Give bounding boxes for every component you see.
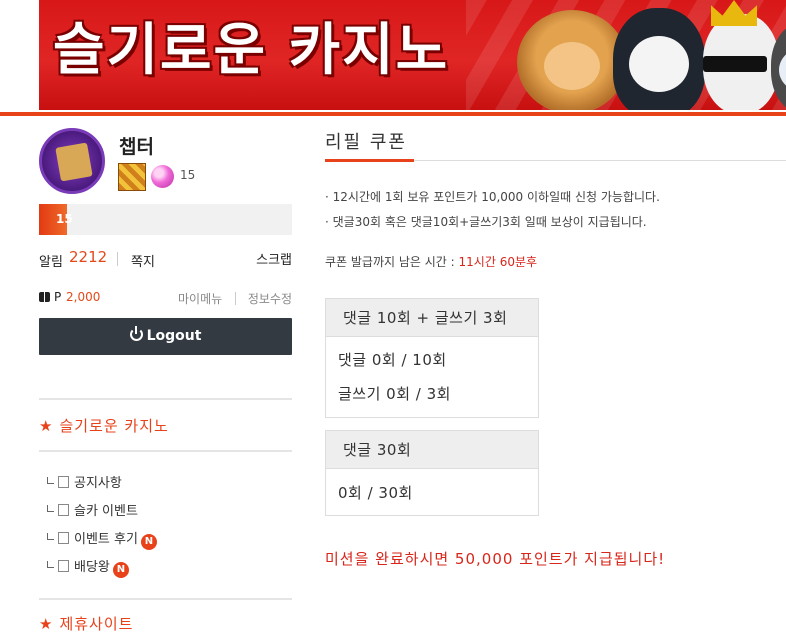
document-icon (58, 532, 69, 544)
mission-box-comments-posts: 댓글 10회 + 글쓰기 3회 댓글 0회 / 10회 글쓰기 0회 / 3회 (325, 298, 539, 418)
mission-reward-text: 미션을 완료하시면 50,000 포인트가 지급됩니다! (325, 550, 666, 568)
star-icon: ★ (39, 417, 54, 435)
section-divider (39, 598, 292, 600)
mission-box-title: 댓글 30회 (326, 431, 538, 469)
header-divider (0, 112, 786, 116)
power-icon (129, 326, 143, 341)
my-menu-link[interactable]: 마이메뉴 (178, 290, 222, 307)
section-title-partner-sites[interactable]: ★ 제휴사이트 (39, 613, 133, 632)
level-number: 15 (180, 168, 196, 182)
casino-banner[interactable]: 슬기로운 카지노 (39, 0, 786, 110)
page-title: 리필 쿠폰 (325, 132, 407, 153)
timer-value: 11시간 60분후 (458, 255, 538, 269)
scrap-link[interactable]: 스크랩 (256, 249, 292, 268)
xp-progress-bar: 15 (39, 204, 292, 235)
divider (235, 292, 236, 305)
xp-progress-label: 15 (56, 212, 73, 226)
sidebar-item-event[interactable]: 슬카 이벤트 (47, 500, 138, 519)
mission-progress-row: 댓글 0회 / 10회 (338, 351, 447, 369)
sidebar-item-notice[interactable]: 공지사항 (47, 472, 122, 491)
coupon-timer: 쿠폰 발급까지 남은 시간 : 11시간 60분후 (325, 253, 537, 270)
mission-box-comments: 댓글 30회 0회 / 30회 (325, 430, 539, 516)
sidebar-item-event-review[interactable]: 이벤트 후기 N (47, 528, 157, 550)
document-icon (58, 504, 69, 516)
document-icon (58, 560, 69, 572)
divider (117, 252, 118, 266)
mission-progress-row: 0회 / 30회 (338, 484, 413, 502)
section-title-label: 슬기로운 카지노 (59, 417, 169, 435)
tree-branch-icon (47, 561, 54, 568)
sunglasses-icon (703, 56, 767, 72)
new-badge: N (112, 562, 129, 578)
tree-branch-icon (47, 477, 54, 484)
tree-branch-icon (47, 505, 54, 512)
tree-branch-icon (47, 533, 54, 540)
logout-label: Logout (146, 328, 202, 344)
point-row: P 2,000 마이메뉴 정보수정 (39, 289, 292, 308)
notice-line: · 댓글30회 혹은 댓글10회+글쓰기3회 일때 보상이 지급됩니다. (325, 215, 647, 229)
user-links-row: 알림 2212 쪽지 스크랩 (39, 248, 292, 270)
level-badge-icon (118, 163, 146, 191)
sidebar-item-label: 슬카 이벤트 (74, 504, 138, 519)
banner-title: 슬기로운 카지노 (53, 18, 450, 83)
section-divider (39, 450, 292, 452)
timer-label: 쿠폰 발급까지 남은 시간 : (325, 255, 459, 269)
alarm-link[interactable]: 알림 (39, 251, 63, 270)
mission-box-title: 댓글 10회 + 글쓰기 3회 (326, 299, 538, 337)
avatar-emblem (55, 142, 93, 182)
new-badge: N (140, 534, 157, 550)
penguin-face (629, 36, 689, 92)
username[interactable]: 챕터 (119, 132, 154, 159)
sidebar-item-label: 배당왕 (74, 560, 110, 575)
document-icon (58, 476, 69, 488)
title-underline (325, 159, 414, 162)
star-icon: ★ (39, 615, 54, 632)
section-title-casino[interactable]: ★ 슬기로운 카지노 (39, 415, 169, 436)
notice-line: · 12시간에 1회 보유 포인트가 10,000 이하일때 신청 가능합니다. (325, 190, 660, 204)
sidebar-item-dividend-king[interactable]: 배당왕 N (47, 556, 129, 578)
lion-face (544, 42, 600, 90)
avatar[interactable] (39, 128, 105, 194)
gem-icon (151, 165, 174, 188)
logout-button[interactable]: Logout (39, 318, 292, 355)
point-value[interactable]: 2,000 (66, 290, 100, 304)
sidebar-item-label: 이벤트 후기 (74, 532, 138, 547)
section-divider (39, 398, 292, 400)
point-label: P (54, 290, 62, 304)
mission-progress-row: 글쓰기 0회 / 3회 (338, 385, 451, 403)
section-title-label: 제휴사이트 (59, 615, 134, 632)
alarm-count[interactable]: 2212 (69, 248, 107, 266)
edit-info-link[interactable]: 정보수정 (248, 290, 292, 307)
gift-icon (39, 289, 50, 302)
memo-link[interactable]: 쪽지 (131, 251, 155, 270)
sidebar-item-label: 공지사항 (74, 476, 122, 491)
